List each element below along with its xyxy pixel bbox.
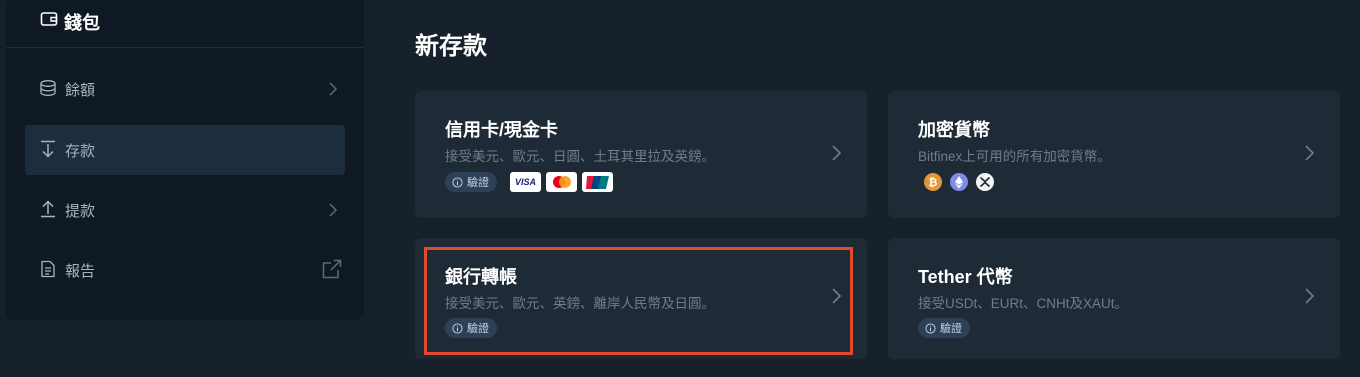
card-description: 接受USDt、EURt、CNHt及XAUt。 <box>918 296 1129 311</box>
chevron-right-icon <box>1305 145 1315 161</box>
card-description: 接受美元、歐元、日圓、土耳其里拉及英鎊。 <box>445 149 715 164</box>
info-icon <box>925 322 936 334</box>
wallet-header: 錢包 <box>6 0 364 48</box>
wallet-icon <box>40 12 58 26</box>
info-icon <box>452 176 463 188</box>
unionpay-logo <box>582 172 613 192</box>
xrp-icon <box>976 173 994 191</box>
bitcoin-icon: ₿ <box>924 173 942 191</box>
card-title: Tether 代幣 <box>918 267 1013 287</box>
deposit-option-card[interactable]: Tether 代幣 接受USDt、EURt、CNHt及XAUt。 驗證 <box>888 238 1340 359</box>
chevron-right-icon <box>329 203 338 217</box>
sidebar-item-reports[interactable]: 報告 <box>25 245 345 295</box>
sidebar-item-label: 報告 <box>65 263 96 280</box>
info-icon <box>452 322 463 334</box>
deposit-option-card[interactable]: 加密貨幣 Bitfinex上可用的所有加密貨幣。 ₿ <box>888 91 1340 218</box>
main-content: 新存款 信用卡/現金卡 接受美元、歐元、日圓、土耳其里拉及英鎊。 驗證 VISA <box>385 0 1360 377</box>
badge-label: 驗證 <box>467 323 489 335</box>
card-description: Bitfinex上可用的所有加密貨幣。 <box>918 149 1111 164</box>
unionpay-stripes <box>585 175 609 189</box>
sidebar-item-label: 存款 <box>65 143 96 160</box>
card-title: 信用卡/現金卡 <box>445 120 559 140</box>
arrow-up-icon <box>41 200 55 218</box>
external-link-icon <box>322 259 342 279</box>
svg-text:₿: ₿ <box>929 176 938 189</box>
card-title: 加密貨幣 <box>918 120 990 140</box>
chevron-right-icon <box>832 288 842 304</box>
visa-logo: VISA <box>510 172 541 192</box>
sidebar-item-withdraw[interactable]: 提款 <box>25 185 345 235</box>
deposit-option-card-bank-transfer[interactable]: 銀行轉帳 接受美元、歐元、英鎊、離岸人民幣及日圓。 驗證 <box>415 238 867 359</box>
chevron-right-icon <box>1305 288 1315 304</box>
wallet-sidebar: 錢包 餘額 存款 提款 報告 <box>6 0 364 320</box>
mastercard-circles <box>552 176 571 188</box>
sidebar-item-label: 提款 <box>65 203 96 220</box>
arrow-down-icon <box>41 140 55 158</box>
verification-badge: 驗證 <box>445 172 497 192</box>
chevron-right-icon <box>832 145 842 161</box>
mastercard-logo <box>546 172 577 192</box>
sidebar-item-deposit[interactable]: 存款 <box>25 125 345 175</box>
card-description: 接受美元、歐元、英鎊、離岸人民幣及日圓。 <box>445 296 715 311</box>
badge-label: 驗證 <box>467 177 489 189</box>
document-icon <box>41 260 55 278</box>
coins-icon <box>40 80 56 96</box>
verification-badge: 驗證 <box>445 318 497 338</box>
card-title: 銀行轉帳 <box>445 267 517 287</box>
chevron-right-icon <box>329 82 338 96</box>
wallet-title: 錢包 <box>64 13 100 33</box>
ethereum-icon <box>950 173 968 191</box>
visa-text: VISA <box>514 177 536 187</box>
sidebar-item-label: 餘額 <box>65 82 96 99</box>
page-title: 新存款 <box>415 33 487 60</box>
sidebar-item-balance[interactable]: 餘額 <box>25 64 345 114</box>
verification-badge: 驗證 <box>918 318 970 338</box>
deposit-option-card[interactable]: 信用卡/現金卡 接受美元、歐元、日圓、土耳其里拉及英鎊。 驗證 VISA <box>415 91 867 218</box>
badge-label: 驗證 <box>940 323 962 335</box>
